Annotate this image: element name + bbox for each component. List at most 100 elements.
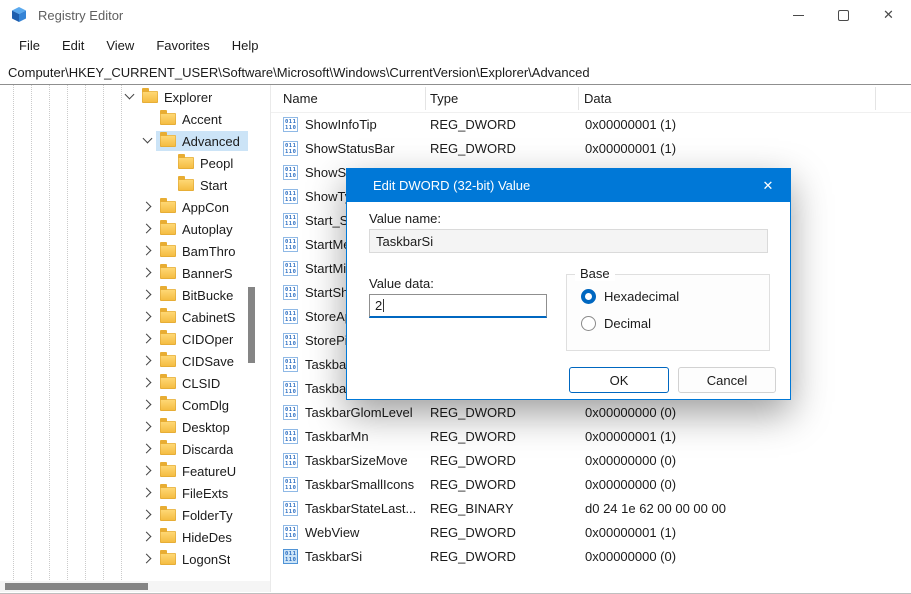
chevron-down-icon[interactable] xyxy=(122,86,138,108)
value-name-cell[interactable]: ShowStatusBar xyxy=(283,136,425,160)
chevron-right-icon[interactable] xyxy=(140,460,156,482)
tree-item-content[interactable]: Start xyxy=(174,175,248,195)
chevron-right-icon[interactable] xyxy=(140,262,156,284)
tree-item-content[interactable]: CIDOper xyxy=(156,329,248,349)
tree-item-content[interactable]: Advanced xyxy=(156,131,248,151)
column-header-name[interactable]: Name xyxy=(283,85,318,112)
menu-edit[interactable]: Edit xyxy=(51,38,95,53)
registry-value-row[interactable]: ShowStatusBarREG_DWORD0x00000001 (1) xyxy=(271,136,911,160)
tree-item-clsid[interactable]: CLSID xyxy=(140,372,248,394)
tree-item-accent[interactable]: Accent xyxy=(140,108,248,130)
tree-item-content[interactable]: Explorer xyxy=(138,87,248,107)
tree-item-logonst[interactable]: LogonSt xyxy=(140,548,248,570)
tree-item-featureu[interactable]: FeatureU xyxy=(140,460,248,482)
menu-file[interactable]: File xyxy=(8,38,51,53)
tree-item-content[interactable]: Desktop xyxy=(156,417,248,437)
value-name-cell[interactable]: TaskbarSi xyxy=(283,544,425,568)
registry-value-row[interactable]: TaskbarSiREG_DWORD0x00000000 (0) xyxy=(271,544,911,568)
column-header-data[interactable]: Data xyxy=(584,85,611,112)
radio-decimal[interactable]: Decimal xyxy=(581,316,651,331)
value-name-cell[interactable]: TaskbarMn xyxy=(283,424,425,448)
tree-horizontal-scrollbar-thumb[interactable] xyxy=(5,583,148,590)
registry-value-row[interactable]: TaskbarMnREG_DWORD0x00000001 (1) xyxy=(271,424,911,448)
chevron-right-icon[interactable] xyxy=(140,438,156,460)
tree-item-content[interactable]: Peopl xyxy=(174,153,248,173)
chevron-right-icon[interactable] xyxy=(140,526,156,548)
tree-item-comdlg[interactable]: ComDlg xyxy=(140,394,248,416)
chevron-right-icon[interactable] xyxy=(140,350,156,372)
tree-item-advanced[interactable]: Advanced xyxy=(140,130,248,152)
menu-help[interactable]: Help xyxy=(221,38,270,53)
chevron-right-icon[interactable] xyxy=(140,416,156,438)
tree-item-desktop[interactable]: Desktop xyxy=(140,416,248,438)
value-name-cell[interactable]: WebView xyxy=(283,520,425,544)
tree-vertical-scrollbar-thumb[interactable] xyxy=(248,287,255,363)
tree-item-appcon[interactable]: AppCon xyxy=(140,196,248,218)
column-separator[interactable] xyxy=(875,87,876,110)
column-separator[interactable] xyxy=(425,87,426,110)
chevron-right-icon[interactable] xyxy=(140,240,156,262)
tree-item-cabinets[interactable]: CabinetS xyxy=(140,306,248,328)
registry-value-row[interactable]: TaskbarSizeMoveREG_DWORD0x00000000 (0) xyxy=(271,448,911,472)
dialog-close-button[interactable]: ✕ xyxy=(746,169,790,202)
tree-item-autoplay[interactable]: Autoplay xyxy=(140,218,248,240)
tree-item-content[interactable]: Discarda xyxy=(156,439,248,459)
value-name-field[interactable]: TaskbarSi xyxy=(369,229,768,253)
tree-item-content[interactable]: FileExts xyxy=(156,483,248,503)
value-name-cell[interactable]: TaskbarSmallIcons xyxy=(283,472,425,496)
tree-item-start[interactable]: Start xyxy=(158,174,248,196)
tree-item-content[interactable]: HideDes xyxy=(156,527,248,547)
tree-item-content[interactable]: BitBucke xyxy=(156,285,248,305)
cancel-button[interactable]: Cancel xyxy=(678,367,776,393)
tree-item-fileexts[interactable]: FileExts xyxy=(140,482,248,504)
tree-item-content[interactable]: BannerS xyxy=(156,263,248,283)
value-name-cell[interactable]: TaskbarStateLast... xyxy=(283,496,425,520)
chevron-right-icon[interactable] xyxy=(140,372,156,394)
registry-value-row[interactable]: TaskbarStateLast...REG_BINARYd0 24 1e 62… xyxy=(271,496,911,520)
tree-item-cidsave[interactable]: CIDSave xyxy=(140,350,248,372)
registry-value-row[interactable]: TaskbarSmallIconsREG_DWORD0x00000000 (0) xyxy=(271,472,911,496)
tree-item-content[interactable]: CLSID xyxy=(156,373,248,393)
chevron-right-icon[interactable] xyxy=(140,504,156,526)
minimize-button[interactable] xyxy=(776,0,821,30)
close-button[interactable]: ✕ xyxy=(866,0,911,30)
tree-item-content[interactable]: BamThro xyxy=(156,241,248,261)
chevron-right-icon[interactable] xyxy=(140,482,156,504)
tree-item-banners[interactable]: BannerS xyxy=(140,262,248,284)
chevron-right-icon[interactable] xyxy=(140,218,156,240)
tree-item-content[interactable]: Autoplay xyxy=(156,219,248,239)
tree-item-content[interactable]: FolderTy xyxy=(156,505,248,525)
menu-view[interactable]: View xyxy=(95,38,145,53)
registry-value-row[interactable]: TaskbarGlomLevelREG_DWORD0x00000000 (0) xyxy=(271,400,911,424)
chevron-right-icon[interactable] xyxy=(140,548,156,570)
value-data-field[interactable]: 2 xyxy=(369,294,547,318)
tree-item-explorer[interactable]: Explorer xyxy=(122,86,248,108)
chevron-right-icon[interactable] xyxy=(140,284,156,306)
tree-item-content[interactable]: CIDSave xyxy=(156,351,248,371)
address-bar[interactable]: Computer\HKEY_CURRENT_USER\Software\Micr… xyxy=(0,60,911,85)
maximize-button[interactable] xyxy=(821,0,866,30)
tree-item-content[interactable]: CabinetS xyxy=(156,307,248,327)
tree-horizontal-scrollbar[interactable] xyxy=(0,581,270,592)
tree-item-content[interactable]: ComDlg xyxy=(156,395,248,415)
chevron-right-icon[interactable] xyxy=(140,196,156,218)
column-separator[interactable] xyxy=(578,87,579,110)
tree-item-discarda[interactable]: Discarda xyxy=(140,438,248,460)
chevron-down-icon[interactable] xyxy=(140,130,156,152)
radio-hexadecimal[interactable]: Hexadecimal xyxy=(581,289,679,304)
chevron-right-icon[interactable] xyxy=(140,394,156,416)
tree-item-content[interactable]: LogonSt xyxy=(156,549,248,569)
value-name-cell[interactable]: TaskbarSizeMove xyxy=(283,448,425,472)
registry-value-row[interactable]: ShowInfoTipREG_DWORD0x00000001 (1) xyxy=(271,112,911,136)
tree-item-peopl[interactable]: Peopl xyxy=(158,152,248,174)
chevron-right-icon[interactable] xyxy=(140,328,156,350)
ok-button[interactable]: OK xyxy=(569,367,669,393)
chevron-right-icon[interactable] xyxy=(140,306,156,328)
menu-favorites[interactable]: Favorites xyxy=(145,38,220,53)
tree-item-content[interactable]: FeatureU xyxy=(156,461,248,481)
tree-item-folderty[interactable]: FolderTy xyxy=(140,504,248,526)
tree-item-cidoper[interactable]: CIDOper xyxy=(140,328,248,350)
tree-item-content[interactable]: AppCon xyxy=(156,197,248,217)
value-name-cell[interactable]: ShowInfoTip xyxy=(283,112,425,136)
tree-item-hidedes[interactable]: HideDes xyxy=(140,526,248,548)
